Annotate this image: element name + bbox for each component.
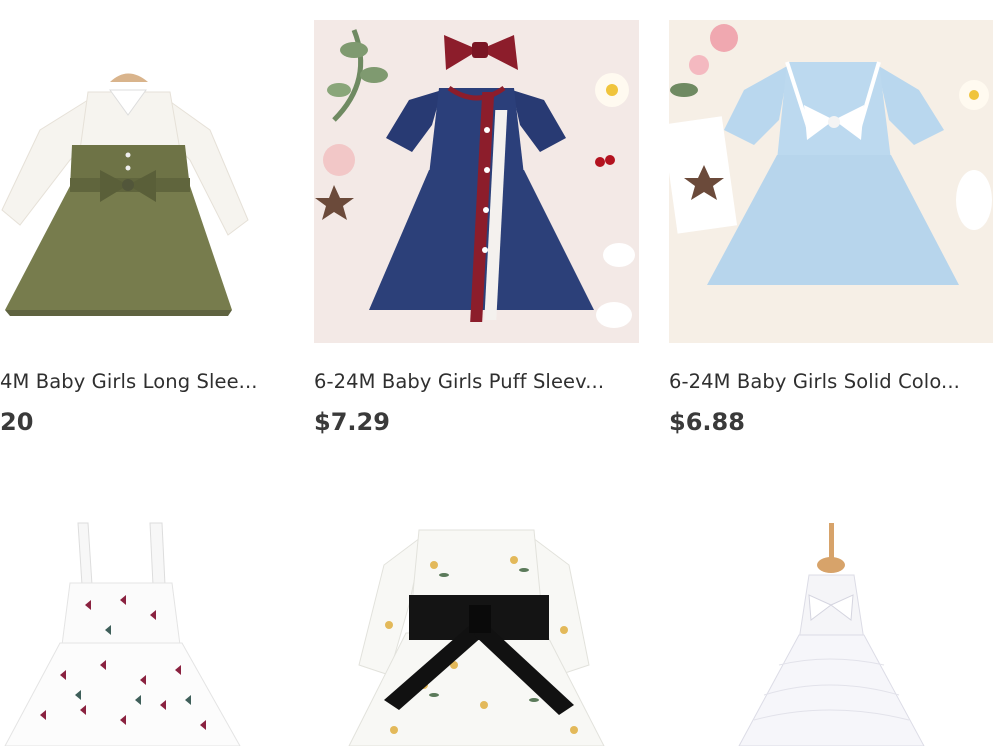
product-price: $6.88 (669, 408, 745, 436)
product-price: 20 (0, 408, 34, 436)
product-image[interactable] (314, 505, 639, 746)
product-price: $7.29 (314, 408, 390, 436)
product-image[interactable] (314, 20, 639, 343)
product-image[interactable] (669, 20, 993, 343)
product-title[interactable]: 4M Baby Girls Long Slee... (0, 370, 258, 393)
product-image[interactable] (0, 20, 282, 343)
product-image[interactable] (669, 505, 993, 746)
product-title[interactable]: 6-24M Baby Girls Solid Colo... (669, 370, 960, 393)
product-title[interactable]: 6-24M Baby Girls Puff Sleev... (314, 370, 604, 393)
product-image[interactable] (0, 505, 282, 746)
